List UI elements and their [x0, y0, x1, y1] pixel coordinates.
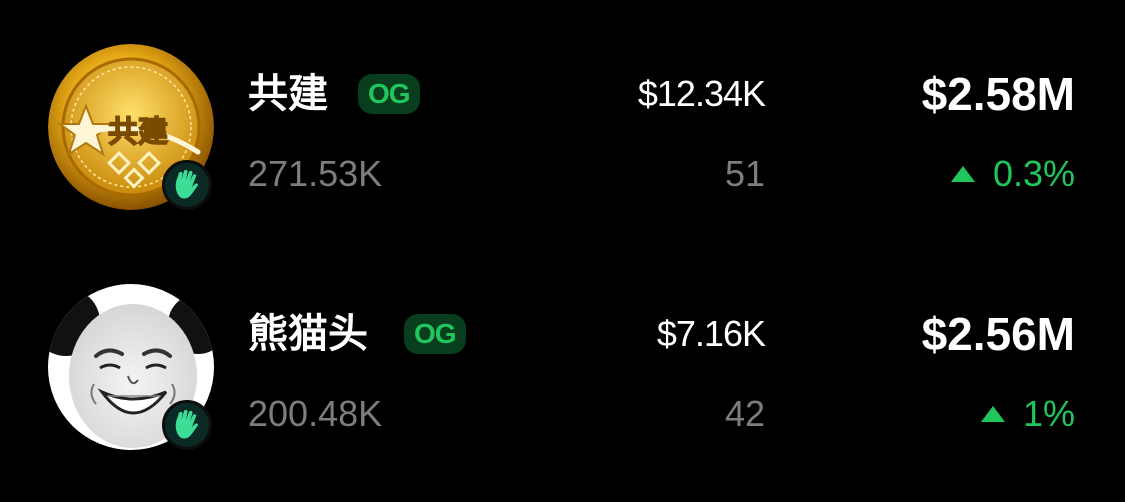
- market-cap-value: $2.56M: [921, 308, 1075, 360]
- token-avatar-wrapper: [48, 284, 216, 456]
- volume-value: $7.16K: [656, 313, 766, 354]
- transaction-count: 42: [724, 393, 765, 434]
- holders-count: 271.53K: [248, 153, 383, 194]
- up-arrow-icon: [950, 166, 975, 182]
- token-avatar-wrapper: 共建: [48, 44, 216, 216]
- price-change: 0.3%: [950, 152, 1075, 196]
- price-change-value: 1%: [1022, 393, 1075, 434]
- og-badge: OG: [404, 314, 466, 354]
- token-list: 共建 共建 OG 271.53K $12.34K 51 $2.58M 0.3%: [0, 0, 1125, 502]
- token-name: 共建: [248, 71, 328, 117]
- token-row[interactable]: 共建 共建 OG 271.53K $12.34K 51 $2.58M 0.3%: [0, 40, 1125, 220]
- price-change-value: 0.3%: [992, 153, 1075, 194]
- coin-text: 共建: [108, 115, 168, 150]
- waving-hand-icon: [162, 160, 212, 210]
- up-arrow-icon: [980, 406, 1005, 422]
- price-change: 1%: [980, 392, 1075, 436]
- waving-hand-icon: [162, 400, 212, 450]
- volume-value: $12.34K: [637, 73, 766, 114]
- og-badge: OG: [358, 74, 420, 114]
- token-row[interactable]: 熊猫头 OG 200.48K $7.16K 42 $2.56M 1%: [0, 280, 1125, 460]
- holders-count: 200.48K: [248, 393, 383, 434]
- transaction-count: 51: [724, 153, 765, 194]
- token-name: 熊猫头: [248, 311, 368, 357]
- market-cap-value: $2.58M: [921, 68, 1075, 120]
